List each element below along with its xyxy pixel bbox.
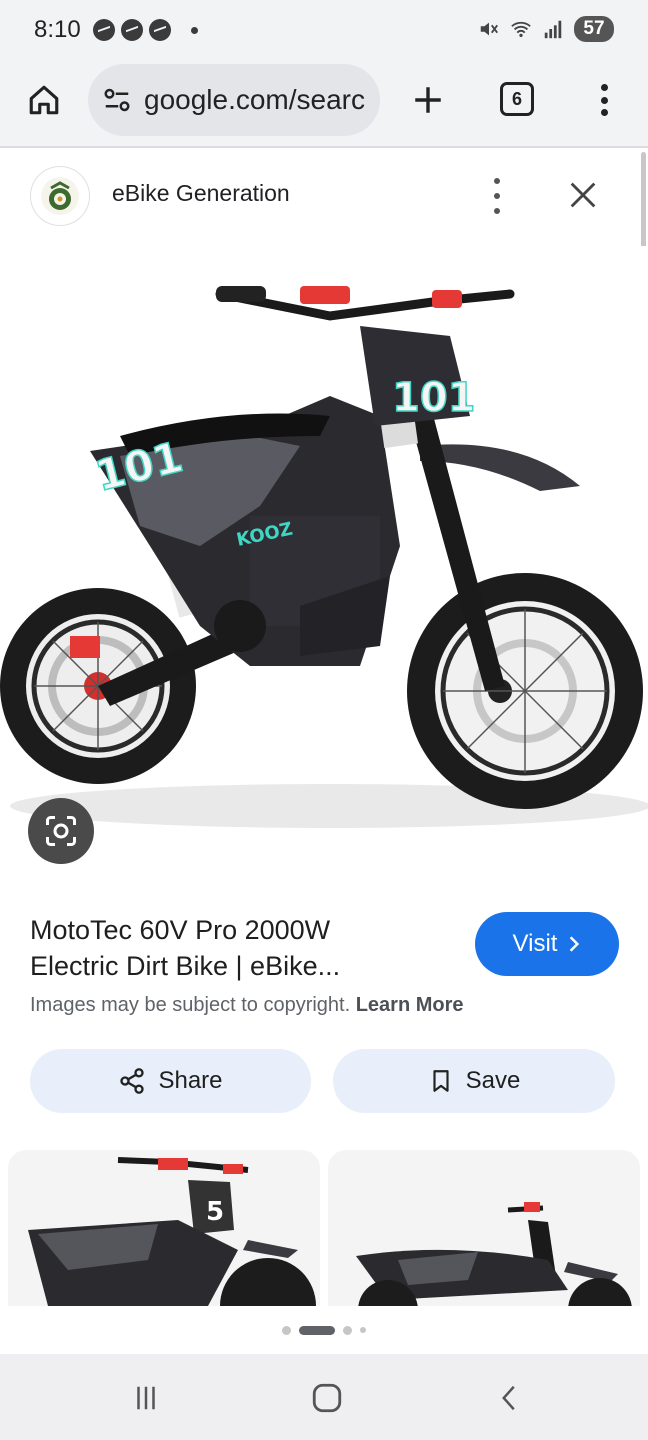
related-thumbnail[interactable]: 5 — [8, 1150, 320, 1306]
pager-dot — [360, 1327, 366, 1333]
mute-icon — [480, 22, 498, 36]
copyright-text: Images may be subject to copyright. — [30, 994, 351, 1016]
lens-icon — [46, 816, 76, 846]
product-image[interactable]: KOOZ 101 101 — [0, 246, 648, 886]
back-button[interactable] — [486, 1374, 534, 1422]
save-label: Save — [465, 1067, 521, 1094]
system-navigation-bar — [0, 1354, 648, 1440]
url-text: google.com/searc — [144, 84, 366, 115]
dot — [600, 84, 608, 91]
dot — [494, 178, 500, 184]
close-icon[interactable] — [566, 178, 600, 212]
status-bar: 8:10 57 — [0, 0, 648, 60]
source-header: eBike Generation — [0, 150, 648, 246]
lens-search-button[interactable] — [28, 798, 94, 864]
new-tab-button[interactable] — [404, 78, 452, 122]
source-avatar[interactable] — [30, 166, 90, 226]
result-title-line2: Electric Dirt Bike | eBike... — [30, 951, 341, 981]
dirt-bike-illustration: KOOZ 101 101 — [0, 286, 648, 828]
result-title[interactable]: MotoTec 60V Pro 2000W Electric Dirt Bike… — [30, 912, 450, 984]
plus-icon — [415, 87, 441, 113]
status-time: 8:10 — [34, 16, 81, 43]
browser-toolbar: google.com/searc 6 — [0, 60, 648, 148]
pager-dot — [282, 1325, 291, 1335]
visit-label: Visit — [512, 930, 558, 957]
share-icon — [120, 1068, 145, 1094]
messenger-icon — [120, 19, 143, 41]
recents-icon — [137, 1386, 155, 1410]
pager-dot — [343, 1325, 352, 1335]
share-label: Share — [158, 1067, 223, 1094]
copyright-notice: Images may be subject to copyright. Lear… — [30, 994, 464, 1017]
carousel-indicator — [0, 1306, 648, 1354]
related-thumbnail[interactable] — [328, 1150, 640, 1306]
home-icon — [29, 85, 59, 115]
home-circle-icon — [312, 1383, 342, 1413]
dot — [600, 96, 608, 104]
dot — [494, 193, 500, 199]
source-more-button[interactable] — [486, 178, 508, 214]
result-title-line1: MotoTec 60V Pro 2000W — [30, 915, 331, 945]
dot — [494, 208, 500, 214]
chevron-right-icon — [570, 936, 580, 952]
battery-badge: 57 — [574, 16, 614, 42]
visit-button[interactable]: Visit — [475, 912, 619, 976]
site-settings-icon[interactable] — [102, 85, 132, 115]
messenger-icon — [92, 19, 115, 41]
front-number-plate: 101 — [392, 375, 476, 421]
messenger-icon — [148, 19, 171, 41]
home-nav-button[interactable] — [303, 1374, 351, 1422]
pager-dot-active — [299, 1325, 335, 1335]
thumbnail-bike-illustration — [356, 1202, 632, 1306]
thumbnail-bike-illustration: 5 — [28, 1157, 316, 1306]
recent-apps-button[interactable] — [122, 1374, 170, 1422]
save-button[interactable]: Save — [333, 1049, 615, 1113]
tab-switcher-button[interactable]: 6 — [500, 82, 534, 116]
dot — [600, 109, 608, 116]
ebike-logo-icon — [41, 177, 79, 215]
notification-dot-icon — [190, 26, 198, 34]
home-button[interactable] — [22, 78, 66, 122]
bookmark-icon — [433, 1070, 449, 1092]
more-menu-button[interactable] — [590, 78, 618, 122]
wifi-icon — [511, 21, 531, 38]
share-button[interactable]: Share — [30, 1049, 311, 1113]
signal-icon — [544, 20, 562, 39]
source-name[interactable]: eBike Generation — [112, 180, 290, 207]
front-wheel — [407, 573, 643, 809]
thumbnail-plate: 5 — [206, 1197, 224, 1227]
status-icons: 57 — [478, 16, 614, 42]
learn-more-link[interactable]: Learn More — [356, 994, 464, 1016]
address-bar[interactable]: google.com/searc — [88, 64, 380, 136]
back-icon — [502, 1385, 515, 1411]
